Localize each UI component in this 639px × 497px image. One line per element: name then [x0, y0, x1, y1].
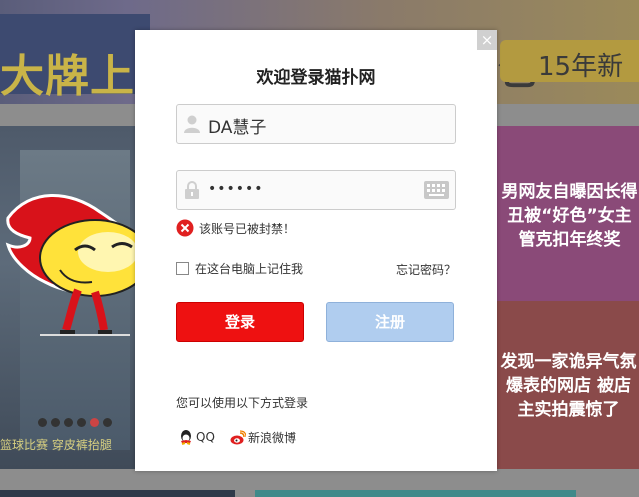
weibo-label[interactable]: 新浪微博	[248, 429, 296, 446]
news-card-bottom-title[interactable]: 发现一家诡异气氛爆表的网店 被店主实拍震惊了	[498, 350, 639, 422]
login-button[interactable]: 登录	[176, 302, 304, 342]
password-value[interactable]: ••••••	[208, 181, 264, 197]
error-text: 该账号已被封禁！	[199, 221, 296, 236]
weibo-login-link[interactable]: 新浪微博	[230, 429, 296, 446]
close-button[interactable]: ×	[477, 30, 497, 50]
carousel-caption[interactable]: 篮球比赛 穿皮裤抬腿	[0, 436, 112, 453]
error-message: 该账号已被封禁！	[176, 219, 295, 237]
qq-login-link[interactable]: QQ	[178, 429, 215, 445]
carousel-dot[interactable]	[51, 418, 60, 427]
carousel-dots	[38, 418, 112, 427]
carousel-dot[interactable]	[38, 418, 47, 427]
dialog-title: 欢迎登录猫扑网	[256, 68, 376, 88]
qq-icon	[181, 430, 191, 445]
error-icon	[176, 219, 194, 237]
keyboard-icon[interactable]	[424, 181, 449, 199]
login-dialog: × 欢迎登录猫扑网 DA慧子 •••••• 该账号已被封禁！ 在这台电脑上记住我…	[135, 30, 497, 471]
footer-bar	[0, 490, 235, 497]
banner-ad-years-text: 15年新	[538, 52, 624, 82]
remember-checkbox[interactable]	[176, 262, 189, 275]
news-card-top-title[interactable]: 男网友自曝因长得丑被“好色”女主管克扣年终奖	[500, 180, 639, 252]
password-field[interactable]: ••••••	[176, 170, 456, 210]
register-button[interactable]: 注册	[326, 302, 454, 342]
remember-label[interactable]: 在这台电脑上记住我	[195, 260, 303, 277]
username-field[interactable]: DA慧子	[176, 104, 456, 144]
carousel-dot[interactable]	[64, 418, 73, 427]
username-value[interactable]: DA慧子	[208, 113, 266, 138]
footer-bar	[255, 490, 576, 497]
banner-ad-text: 大牌上	[0, 51, 135, 102]
lock-icon	[185, 181, 199, 199]
carousel-dot[interactable]	[77, 418, 86, 427]
alt-login-text: 您可以使用以下方式登录	[176, 396, 309, 410]
carousel-dot[interactable]	[103, 418, 112, 427]
user-icon	[184, 115, 200, 133]
mascot-icon	[5, 194, 152, 336]
carousel-dot-active[interactable]	[90, 418, 99, 427]
forgot-password-link[interactable]: 忘记密码？	[396, 261, 456, 278]
qq-label[interactable]: QQ	[196, 430, 215, 444]
remember-me[interactable]: 在这台电脑上记住我	[176, 260, 303, 277]
weibo-icon	[230, 429, 246, 444]
